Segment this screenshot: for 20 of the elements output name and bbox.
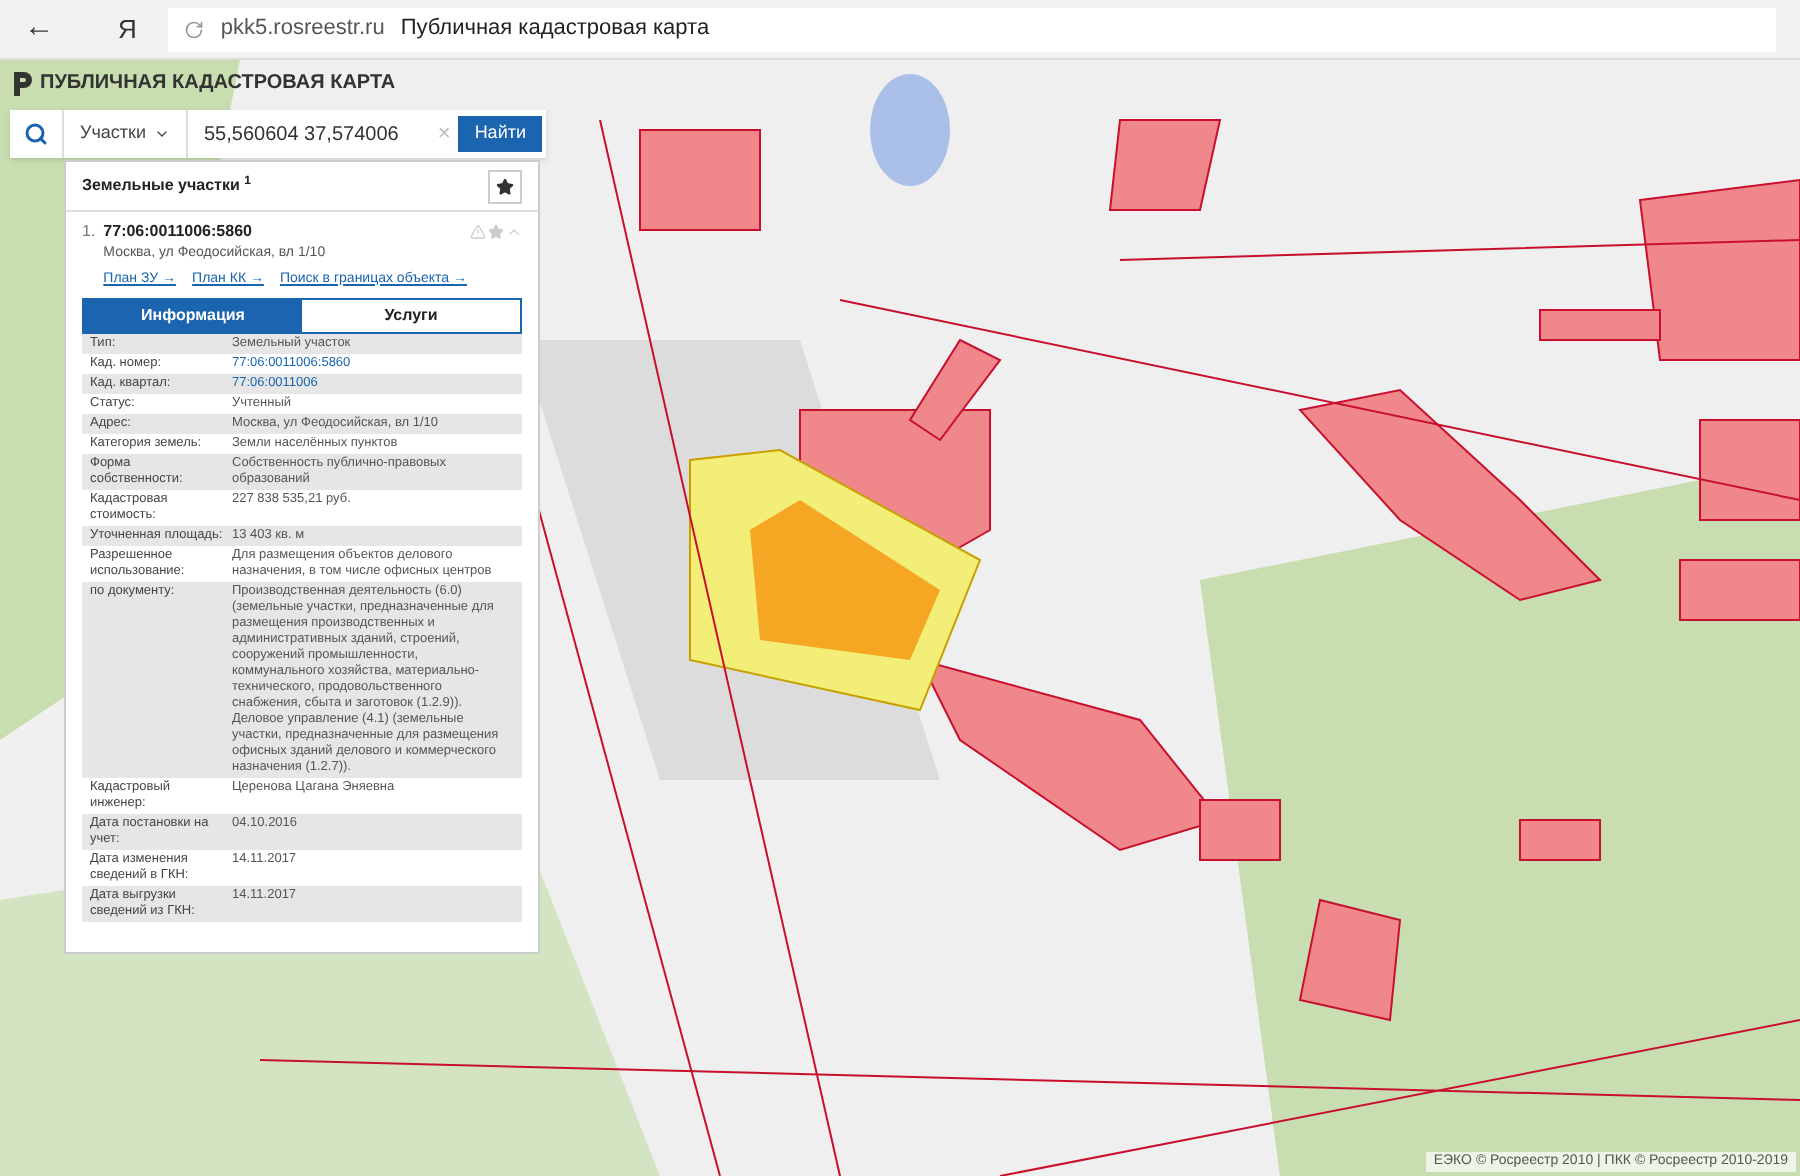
app-title: ПУБЛИЧНАЯ КАДАСТРОВАЯ КАРТА: [40, 70, 396, 98]
reload-icon[interactable]: [184, 19, 205, 39]
info-tab[interactable]: Информация: [84, 300, 302, 332]
favorite-button[interactable]: [488, 169, 522, 203]
back-button[interactable]: ←: [24, 6, 54, 52]
results-title: Земельные участки $^{1}$: [82, 174, 251, 198]
star-icon: [496, 177, 514, 195]
search-field[interactable]: 55,560604 37,574006: [188, 119, 430, 149]
category-dropdown[interactable]: Участки: [62, 110, 188, 158]
caret-icon: [154, 126, 170, 142]
star-icon[interactable]: [488, 224, 504, 240]
url-text[interactable]: pkk5.rosreestr.ru: [220, 12, 385, 46]
browser-logo[interactable]: Я: [118, 9, 137, 49]
warning-icon[interactable]: [470, 224, 486, 240]
search-button[interactable]: Найти: [458, 116, 542, 152]
page-title: Публичная кадастровая карта: [400, 14, 710, 45]
cadastral-number[interactable]: 77:06:0011006:5860: [103, 220, 252, 244]
collapse-icon[interactable]: [506, 224, 522, 240]
result-index: 1.: [82, 220, 96, 244]
logo-icon: [12, 71, 32, 95]
